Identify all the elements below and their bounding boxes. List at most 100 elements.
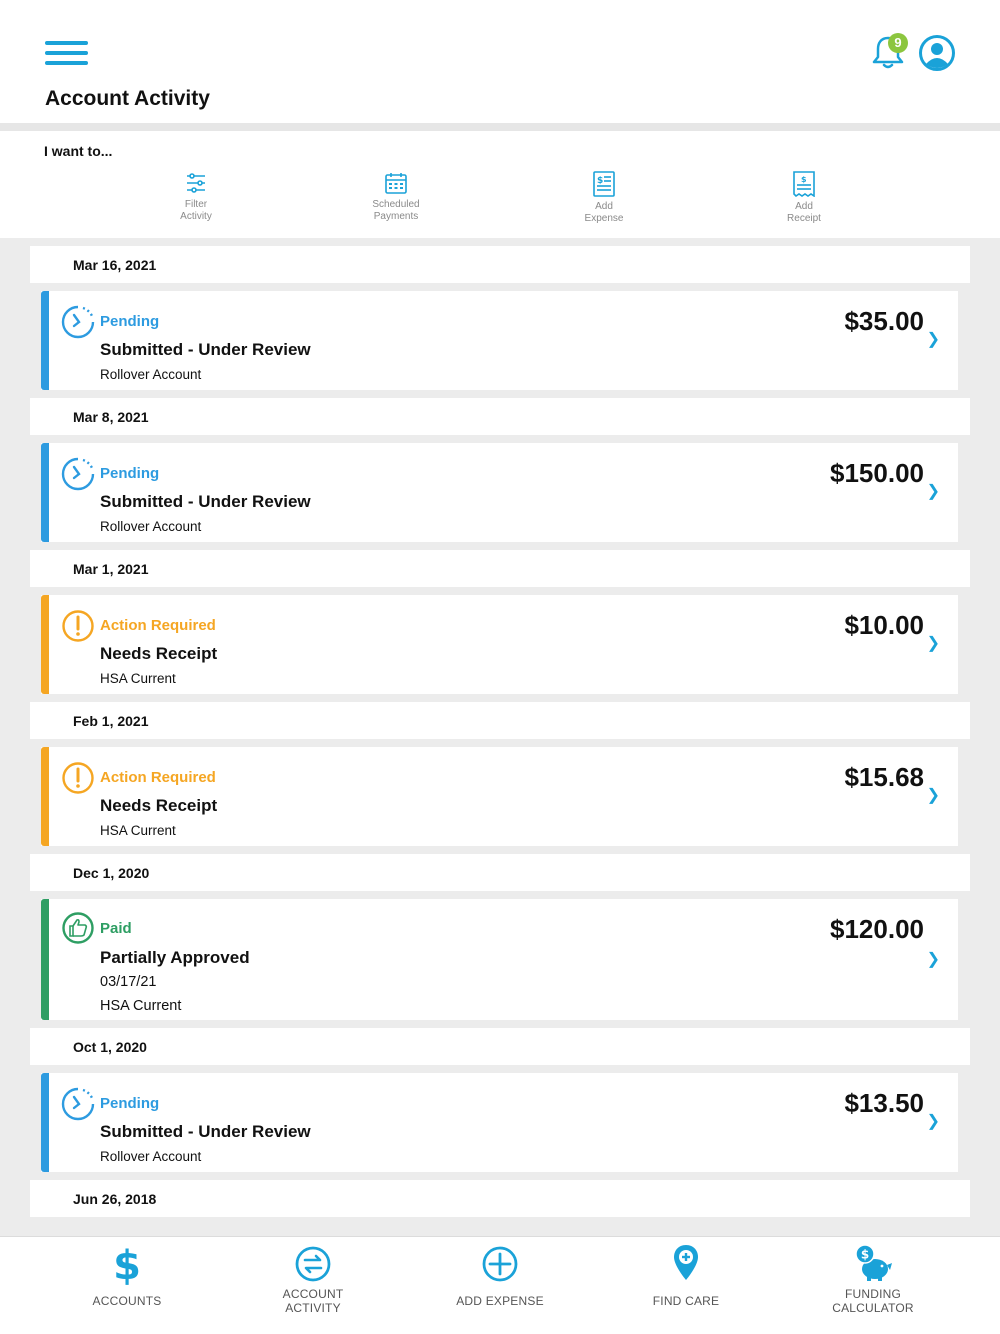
transfer-arrows-icon: [295, 1246, 331, 1282]
scheduled-payments-label-1: Scheduled: [372, 199, 420, 210]
claim-title: Partially Approved: [100, 948, 250, 967]
notification-badge: 9: [888, 33, 908, 53]
date-label: Feb 1, 2021: [73, 713, 149, 729]
svg-text:$: $: [597, 176, 603, 186]
amount: $10.00: [844, 610, 924, 640]
date-label: Dec 1, 2020: [73, 865, 150, 881]
status-bar: [41, 747, 49, 846]
date-label: Mar 1, 2021: [73, 561, 149, 577]
status-label: Pending: [100, 313, 160, 330]
activity-card[interactable]: Paid Partially Approved 03/17/21 HSA Cur…: [41, 899, 958, 1020]
filter-sliders-icon: [187, 173, 205, 193]
claim-title: Submitted - Under Review: [100, 492, 311, 511]
nav-funding-calculator[interactable]: $ FUNDING CALCULATOR: [783, 1237, 963, 1334]
plus-circle-icon: [482, 1246, 518, 1282]
filter-activity-button[interactable]: Filter Activity: [146, 171, 246, 223]
date-label: Jun 26, 2018: [73, 1191, 157, 1207]
date-header: Feb 1, 2021: [30, 702, 970, 739]
add-expense-label-1: Add: [595, 201, 613, 212]
piggy-bank-icon: $: [855, 1244, 892, 1281]
account-name: HSA Current: [100, 998, 182, 1014]
expense-document-icon: $: [593, 171, 615, 197]
claim-title: Needs Receipt: [100, 796, 218, 815]
menu-icon[interactable]: [45, 39, 88, 67]
chevron-right-icon: ❯: [926, 787, 940, 804]
activity-card[interactable]: Action Required Needs Receipt HSA Curren…: [41, 747, 958, 846]
activity-card[interactable]: Pending Submitted - Under Review Rollove…: [41, 443, 958, 542]
nav-find-care-label: FIND CARE: [652, 1294, 720, 1308]
status-bar: [41, 1073, 49, 1172]
date-header: Mar 8, 2021: [30, 398, 970, 435]
chevron-right-icon: ❯: [926, 483, 940, 500]
add-receipt-label-1: Add: [795, 201, 813, 212]
dollar-icon: $: [113, 1245, 141, 1285]
nav-account-activity-label-1: ACCOUNT: [282, 1287, 344, 1301]
nav-accounts[interactable]: $ ACCOUNTS: [37, 1237, 217, 1334]
status-bar: [41, 443, 49, 542]
bottom-nav: $ ACCOUNTS ACCOUNT ACTIVITY ADD EXPENSE F…: [0, 1236, 1000, 1334]
date-label: Oct 1, 2020: [73, 1039, 147, 1055]
status-bar: [41, 899, 49, 1020]
page-title: Account Activity: [45, 87, 210, 110]
quick-actions: I want to... Filter Activity Scheduled Pay…: [0, 131, 1000, 238]
status-bar: [41, 291, 49, 390]
chevron-right-icon: ❯: [926, 331, 940, 348]
account-name: Rollover Account: [100, 519, 202, 534]
claim-title: Submitted - Under Review: [100, 1122, 311, 1141]
nav-funding-calculator-label-2: CALCULATOR: [832, 1301, 914, 1315]
activity-card[interactable]: Pending Submitted - Under Review Rollove…: [41, 291, 958, 390]
svg-text:$: $: [861, 1248, 869, 1262]
amount: $15.68: [844, 762, 924, 792]
scheduled-payments-button[interactable]: Scheduled Payments: [346, 171, 446, 223]
account-name: HSA Current: [100, 823, 176, 838]
account-name: HSA Current: [100, 671, 176, 686]
status-label: Action Required: [100, 617, 216, 634]
account-name: Rollover Account: [100, 367, 202, 382]
quick-actions-label: I want to...: [44, 143, 113, 159]
pending-clock-icon: [61, 457, 95, 491]
status-label: Action Required: [100, 769, 216, 786]
receipt-icon: $: [793, 171, 815, 197]
add-expense-action-button[interactable]: $ Add Expense: [554, 171, 654, 225]
date-header: Oct 1, 2020: [30, 1028, 970, 1065]
header: Account Activity 9: [0, 0, 1000, 123]
date-header: Mar 1, 2021: [30, 550, 970, 587]
amount: $13.50: [844, 1088, 924, 1118]
nav-add-expense[interactable]: ADD EXPENSE: [410, 1237, 590, 1334]
activity-card[interactable]: Action Required Needs Receipt HSA Curren…: [41, 595, 958, 694]
alert-exclamation-icon: [62, 610, 94, 642]
profile-avatar-icon[interactable]: [918, 34, 956, 72]
activity-card[interactable]: Pending Submitted - Under Review Rollove…: [41, 1073, 958, 1172]
status-label: Pending: [100, 1095, 160, 1112]
status-bar: [41, 595, 49, 694]
paid-date: 03/17/21: [100, 974, 157, 990]
alert-exclamation-icon: [62, 762, 94, 794]
date-label: Mar 16, 2021: [73, 257, 157, 273]
claim-title: Needs Receipt: [100, 644, 218, 663]
scheduled-payments-label-2: Payments: [373, 211, 419, 222]
status-label: Paid: [100, 920, 132, 937]
chevron-right-icon: ❯: [926, 951, 940, 968]
date-header: Jun 26, 2018: [30, 1180, 970, 1217]
chevron-right-icon: ❯: [926, 1113, 940, 1130]
account-name: Rollover Account: [100, 1149, 202, 1164]
activity-list[interactable]: Mar 16, 2021 Pending Submitted - Under R…: [0, 238, 1000, 1236]
location-pin-plus-icon: [674, 1245, 698, 1280]
nav-account-activity[interactable]: ACCOUNT ACTIVITY: [223, 1237, 403, 1334]
date-label: Mar 8, 2021: [73, 409, 149, 425]
status-label: Pending: [100, 465, 160, 482]
date-header: Dec 1, 2020: [30, 854, 970, 891]
filter-activity-label-1: Filter: [184, 199, 208, 210]
add-receipt-button[interactable]: $ Add Receipt: [754, 171, 854, 225]
add-receipt-label-2: Receipt: [787, 213, 821, 224]
pending-clock-icon: [61, 1087, 95, 1121]
nav-funding-calculator-label-1: FUNDING: [844, 1287, 902, 1301]
nav-account-activity-label-2: ACTIVITY: [285, 1301, 341, 1315]
nav-find-care[interactable]: FIND CARE: [596, 1237, 776, 1334]
add-expense-label-2: Expense: [584, 213, 624, 224]
chevron-right-icon: ❯: [926, 635, 940, 652]
date-header: Mar 16, 2021: [30, 246, 970, 283]
nav-add-expense-label: ADD EXPENSE: [456, 1294, 544, 1308]
pending-clock-icon: [61, 305, 95, 339]
svg-text:$: $: [113, 1245, 141, 1285]
